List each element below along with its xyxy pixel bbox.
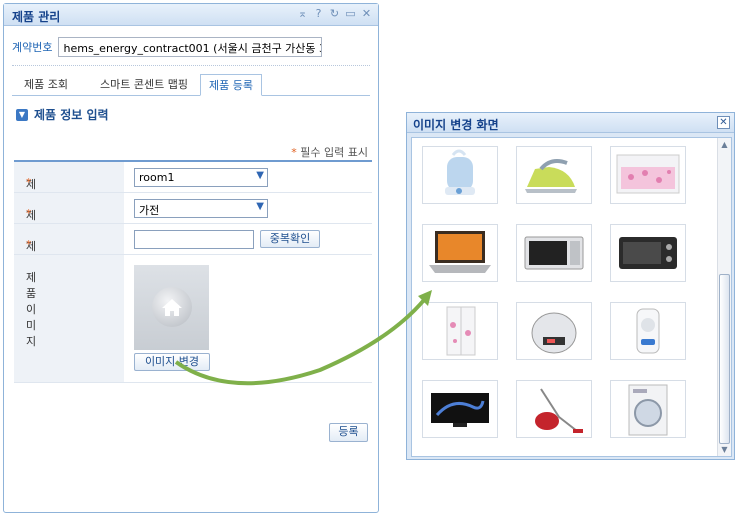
refresh-icon[interactable]: ↻ (329, 7, 340, 21)
form-row-image: 제품 이미지 이미지 변경 (14, 255, 372, 383)
home-icon (152, 287, 192, 327)
form-row-type: 제품 유형* 가전▼ (14, 193, 372, 270)
scroll-thumb[interactable] (719, 274, 730, 444)
section-header[interactable]: ▼ 제품 정보 입력 (16, 106, 109, 123)
name-input[interactable] (134, 230, 254, 249)
image-list: ▲ ▼ (411, 137, 732, 457)
refrigerator-image[interactable] (422, 302, 498, 360)
product-management-panel: 제품 관리 ⌅ ? ↻ ▭ ✕ 계약번호 hems_energy_contrac… (3, 3, 379, 513)
name-label: 제품 명칭* (14, 224, 124, 301)
divider (12, 65, 370, 66)
air-conditioner-image[interactable] (610, 146, 686, 204)
change-image-button[interactable]: 이미지 변경 (134, 353, 210, 371)
required-star: * (291, 146, 297, 159)
steam-iron-image[interactable] (516, 146, 592, 204)
help-icon[interactable]: ? (313, 7, 324, 21)
group-select[interactable]: room1 ▼ (134, 168, 268, 187)
form-row-name: 제품 명칭* 중복확인 (14, 224, 372, 301)
close-icon[interactable]: ✕ (717, 116, 730, 129)
chevron-down-icon: ▼ (256, 170, 264, 181)
tab-smart-outlet-mapping[interactable]: 스마트 콘센트 맵핑 (92, 74, 196, 96)
product-form: 제품 그룹* room1▼ 제품 유형* 가전▼ 제품 명칭* 중복확인 제품 … (14, 160, 372, 383)
contract-label: 계약번호 (12, 41, 53, 54)
type-select[interactable]: 가전 ▼ (134, 199, 268, 218)
smart-plug-image[interactable] (610, 302, 686, 360)
vacuum-cleaner-image[interactable] (516, 380, 592, 438)
form-row-group: 제품 그룹* room1▼ (14, 162, 372, 239)
panel-tools: ⌅ ? ↻ ▭ ✕ (297, 7, 372, 21)
duplicate-check-button[interactable]: 중복확인 (260, 230, 320, 248)
panel-header: 제품 관리 ⌅ ? ↻ ▭ ✕ (4, 4, 378, 26)
collapse-toggle-icon[interactable]: ▼ (16, 108, 28, 121)
tab-product-search[interactable]: 제품 조회 (16, 74, 76, 96)
image-label: 제품 이미지 (14, 255, 124, 382)
humidifier-image[interactable] (422, 146, 498, 204)
image-change-popup: 이미지 변경 화면 ✕ ▲ ▼ (406, 112, 735, 460)
close-icon[interactable]: ✕ (361, 7, 372, 21)
maximize-icon[interactable]: ▭ (345, 7, 356, 21)
type-label: 제품 유형* (14, 193, 124, 270)
register-button[interactable]: 등록 (329, 423, 368, 442)
tab-bar: 제품 조회 스마트 콘센트 맵핑 제품 등록 (12, 74, 370, 96)
contract-row: 계약번호 hems_energy_contract001 (서울시 금천구 가산… (12, 37, 323, 57)
scroll-down-icon[interactable]: ▼ (718, 443, 731, 456)
microwave-image[interactable] (516, 224, 592, 282)
contract-field[interactable]: hems_energy_contract001 (서울시 금천구 가산동 3 (58, 37, 323, 57)
television-image[interactable] (422, 380, 498, 438)
chevron-down-icon: ▼ (256, 201, 264, 212)
rice-cooker-image[interactable] (516, 302, 592, 360)
toaster-oven-image[interactable] (610, 224, 686, 282)
required-note: * 필수 입력 표시 (291, 144, 368, 160)
washing-machine-image[interactable] (610, 380, 686, 438)
section-title: 제품 정보 입력 (34, 108, 109, 122)
scrollbar[interactable]: ▲ ▼ (717, 138, 731, 456)
required-note-text: 필수 입력 표시 (300, 146, 368, 159)
laptop-image[interactable] (422, 224, 498, 282)
panel-title: 제품 관리 (12, 10, 61, 24)
tab-product-register[interactable]: 제품 등록 (200, 74, 262, 96)
collapse-icon[interactable]: ⌅ (297, 7, 308, 21)
popup-title: 이미지 변경 화면 (413, 118, 499, 132)
group-label: 제품 그룹* (14, 162, 124, 239)
scroll-up-icon[interactable]: ▲ (718, 138, 731, 151)
popup-header: 이미지 변경 화면 ✕ (407, 113, 734, 133)
product-image-thumbnail (134, 265, 209, 350)
